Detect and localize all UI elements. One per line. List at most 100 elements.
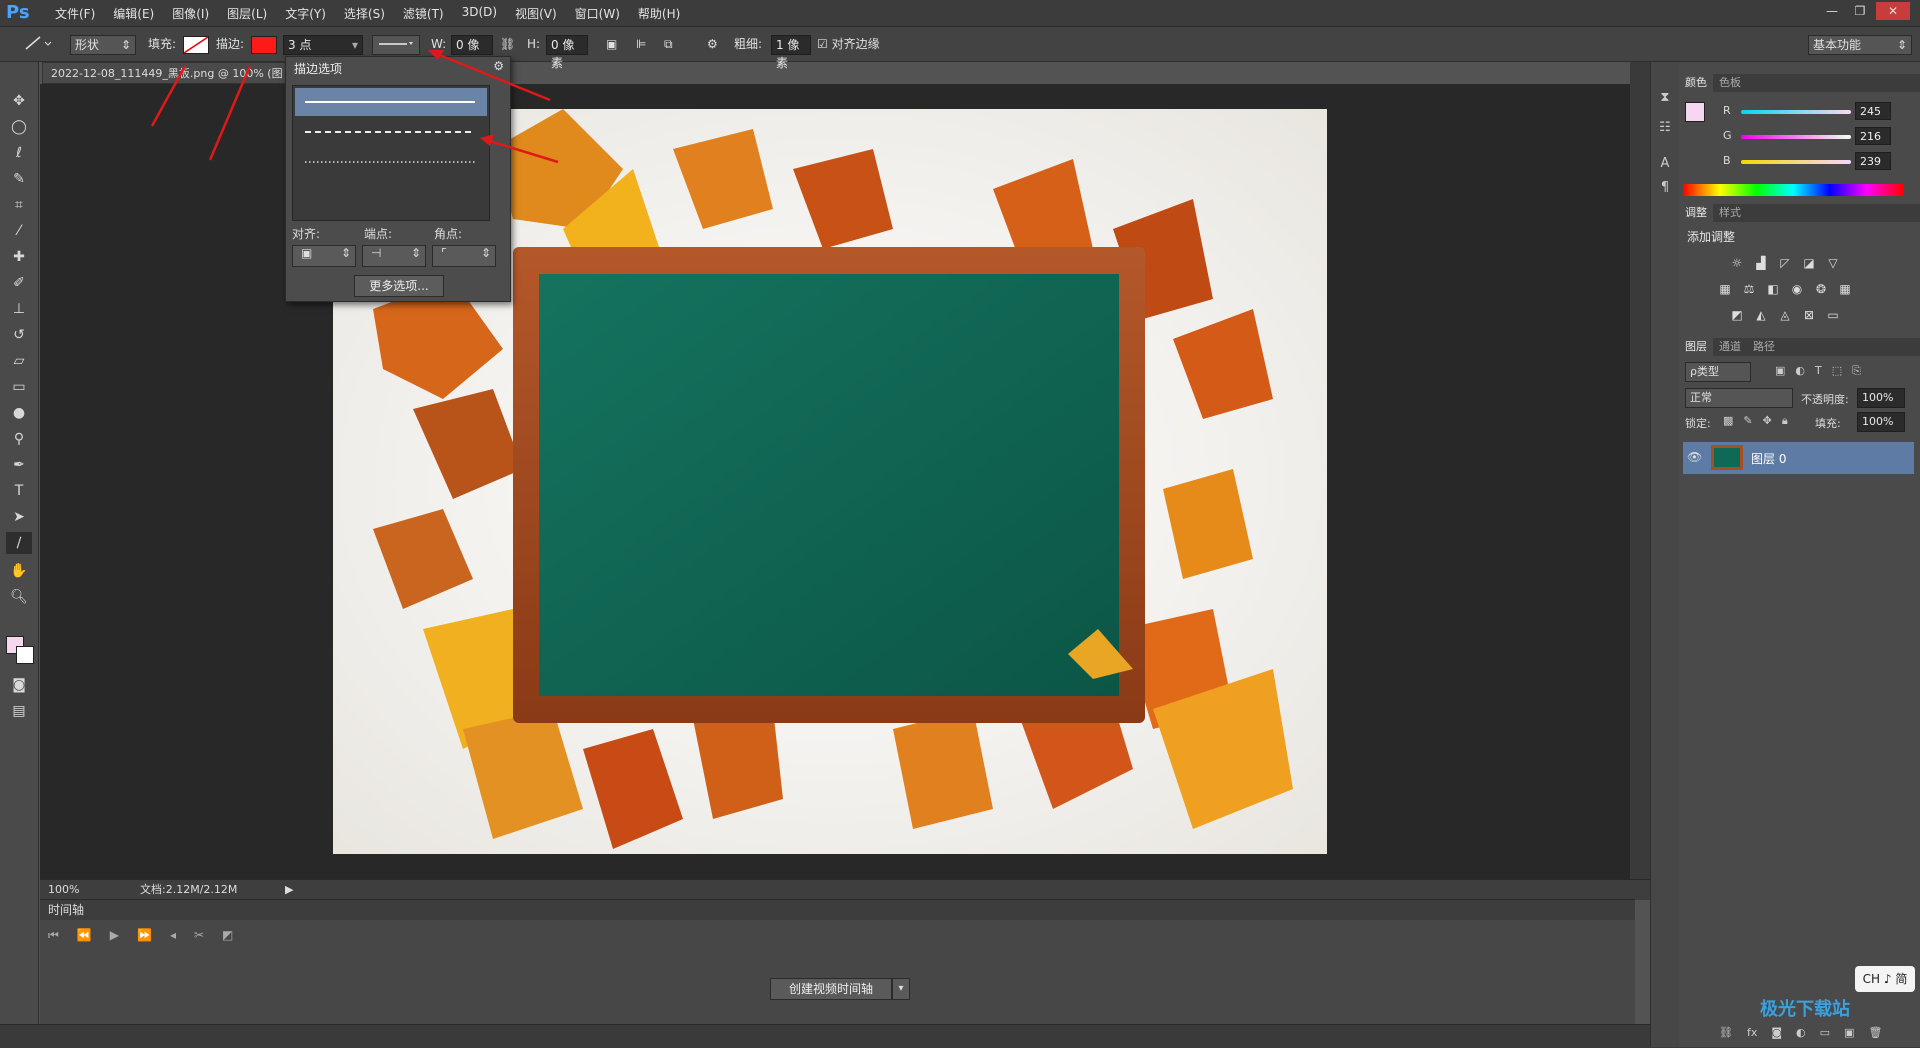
vibrance-icon[interactable]: ▽ bbox=[1825, 256, 1841, 270]
line-tool-active-icon[interactable]: ∕ bbox=[6, 532, 32, 554]
new-layer-icon[interactable]: ▣ bbox=[1844, 1026, 1854, 1039]
path-alignment-icon[interactable]: ⊫ bbox=[636, 35, 646, 53]
selective-color-icon[interactable]: ⊠ bbox=[1801, 308, 1817, 322]
caps-dropdown[interactable]: ⊣ ⇕ bbox=[362, 245, 426, 267]
color-balance-icon[interactable]: ⚖ bbox=[1741, 282, 1757, 296]
g-value[interactable]: 216 bbox=[1855, 127, 1891, 145]
menu-filter[interactable]: 滤镜(T) bbox=[394, 5, 453, 22]
layer-name[interactable]: 图层 0 bbox=[1751, 450, 1786, 467]
blur-tool-icon[interactable]: ● bbox=[6, 402, 32, 424]
levels-icon[interactable]: ▟ bbox=[1753, 256, 1769, 270]
b-value[interactable]: 239 bbox=[1855, 152, 1891, 170]
crop-tool-icon[interactable]: ⌗ bbox=[6, 194, 32, 216]
adjust-filter-icon[interactable]: ◐ bbox=[1795, 364, 1805, 378]
healing-tool-icon[interactable]: ✚ bbox=[6, 246, 32, 268]
shape-filter-icon[interactable]: ⬚ bbox=[1832, 364, 1842, 378]
tab-swatches[interactable]: 色板 bbox=[1713, 76, 1747, 89]
lock-pixels-icon[interactable]: ✎ bbox=[1743, 414, 1752, 428]
transition-icon[interactable]: ◩ bbox=[222, 928, 233, 943]
quick-mask-icon[interactable]: ◙ bbox=[6, 674, 32, 696]
gradient-map-icon[interactable]: ▭ bbox=[1825, 308, 1841, 322]
curves-icon[interactable]: ◸ bbox=[1777, 256, 1793, 270]
audio-icon[interactable]: ◂ bbox=[170, 928, 176, 943]
solid-line-option[interactable] bbox=[295, 88, 487, 116]
type-filter-icon[interactable]: T bbox=[1815, 364, 1822, 378]
history-brush-tool-icon[interactable]: ↺ bbox=[6, 324, 32, 346]
stroke-swatch[interactable] bbox=[251, 36, 277, 54]
menu-help[interactable]: 帮助(H) bbox=[629, 5, 689, 22]
tab-paths[interactable]: 路径 bbox=[1747, 340, 1781, 353]
hand-tool-icon[interactable]: ✋ bbox=[6, 560, 32, 582]
path-operations-icon[interactable]: ▣ bbox=[606, 35, 617, 53]
path-arrangement-icon[interactable]: ⧉ bbox=[664, 35, 673, 53]
opacity-field[interactable]: 100% bbox=[1857, 388, 1905, 408]
tab-layers[interactable]: 图层 bbox=[1679, 338, 1713, 356]
timeline-dropdown-icon[interactable]: ▾ bbox=[892, 978, 910, 1000]
color-spectrum[interactable] bbox=[1683, 184, 1903, 196]
align-dropdown[interactable]: ▣ ⇕ bbox=[292, 245, 356, 267]
gear-icon[interactable]: ⚙ bbox=[707, 35, 718, 53]
group-icon[interactable]: ▭ bbox=[1820, 1026, 1830, 1039]
brush-tool-icon[interactable]: ✐ bbox=[6, 272, 32, 294]
menu-window[interactable]: 窗口(W) bbox=[566, 5, 629, 22]
paragraph-panel-icon[interactable]: ¶ bbox=[1655, 178, 1675, 198]
menu-3d[interactable]: 3D(D) bbox=[453, 5, 506, 22]
hue-saturation-icon[interactable]: ▦ bbox=[1717, 282, 1733, 296]
dotted-line-option[interactable] bbox=[295, 148, 487, 176]
vertical-scrollbar[interactable] bbox=[1630, 62, 1650, 882]
stroke-type-dropdown[interactable] bbox=[372, 35, 420, 55]
tab-channels[interactable]: 通道 bbox=[1713, 340, 1747, 353]
layer-row[interactable]: 👁︎ 图层 0 bbox=[1683, 442, 1914, 474]
minimize-button[interactable]: — bbox=[1820, 2, 1844, 20]
fg-color-chip[interactable] bbox=[1685, 102, 1705, 122]
tool-mode-select[interactable]: 形状 ⇕ bbox=[70, 35, 136, 55]
zoom-level[interactable]: 100% bbox=[48, 880, 79, 900]
menu-type[interactable]: 文字(Y) bbox=[276, 5, 335, 22]
fill-opacity-field[interactable]: 100% bbox=[1857, 412, 1905, 432]
trash-icon[interactable]: 🗑︎ bbox=[1868, 1026, 1882, 1039]
tab-color[interactable]: 颜色 bbox=[1679, 74, 1713, 92]
channel-mixer-icon[interactable]: ❂ bbox=[1813, 282, 1829, 296]
align-edges-checkbox[interactable]: ☑ 对齐边缘 bbox=[817, 35, 880, 53]
lock-all-icon[interactable]: 🔒︎ bbox=[1782, 414, 1788, 428]
eraser-tool-icon[interactable]: ▱ bbox=[6, 350, 32, 372]
menu-select[interactable]: 选择(S) bbox=[335, 5, 394, 22]
marquee-tool-icon[interactable]: ◯ bbox=[6, 116, 32, 138]
posterize-icon[interactable]: ◭ bbox=[1753, 308, 1769, 322]
layer-kind-filter[interactable]: ρ类型 bbox=[1685, 362, 1751, 382]
gear-icon[interactable]: ⚙ bbox=[493, 59, 504, 73]
link-layers-icon[interactable]: ⛓ bbox=[1719, 1026, 1733, 1039]
tab-adjustments[interactable]: 调整 bbox=[1679, 204, 1713, 222]
close-button[interactable]: ✕ bbox=[1876, 2, 1910, 20]
smart-filter-icon[interactable]: ⎘ bbox=[1852, 364, 1861, 378]
menu-layer[interactable]: 图层(L) bbox=[218, 5, 276, 22]
gradient-tool-icon[interactable]: ▭ bbox=[6, 376, 32, 398]
fx-icon[interactable]: fx bbox=[1747, 1026, 1757, 1039]
scissors-icon[interactable]: ✂ bbox=[194, 928, 204, 943]
history-panel-icon[interactable]: ⧗ bbox=[1655, 88, 1675, 108]
pixel-filter-icon[interactable]: ▣ bbox=[1775, 364, 1785, 378]
background-color-swatch[interactable] bbox=[16, 646, 34, 664]
zoom-tool-icon[interactable]: 🔍︎ bbox=[6, 586, 32, 608]
height-field[interactable]: 0 像素 bbox=[546, 35, 588, 70]
play-icon[interactable]: ▶ bbox=[110, 928, 119, 943]
eye-icon[interactable]: 👁︎ bbox=[1687, 450, 1702, 464]
move-tool-icon[interactable]: ✥ bbox=[6, 90, 32, 112]
exposure-icon[interactable]: ◪ bbox=[1801, 256, 1817, 270]
lasso-tool-icon[interactable]: ℓ bbox=[6, 142, 32, 164]
line-tool-icon[interactable] bbox=[22, 33, 52, 51]
menu-edit[interactable]: 编辑(E) bbox=[104, 5, 163, 22]
lock-transparent-icon[interactable]: ▩ bbox=[1723, 414, 1733, 428]
dodge-tool-icon[interactable]: ⚲ bbox=[6, 428, 32, 450]
pen-tool-icon[interactable]: ✒ bbox=[6, 454, 32, 476]
properties-panel-icon[interactable]: ☷ bbox=[1655, 118, 1675, 138]
fill-swatch[interactable] bbox=[183, 36, 209, 54]
character-panel-icon[interactable]: A bbox=[1655, 154, 1675, 174]
status-menu-arrow-icon[interactable]: ▶ bbox=[285, 880, 293, 900]
restore-button[interactable]: ❐ bbox=[1848, 2, 1872, 20]
brightness-icon[interactable]: ☼ bbox=[1729, 256, 1745, 270]
weight-field[interactable]: 1 像素 bbox=[771, 35, 811, 70]
g-slider[interactable] bbox=[1741, 135, 1851, 139]
screen-mode-icon[interactable]: ▤ bbox=[6, 700, 32, 722]
eyedropper-tool-icon[interactable]: ⁄ bbox=[6, 220, 32, 242]
